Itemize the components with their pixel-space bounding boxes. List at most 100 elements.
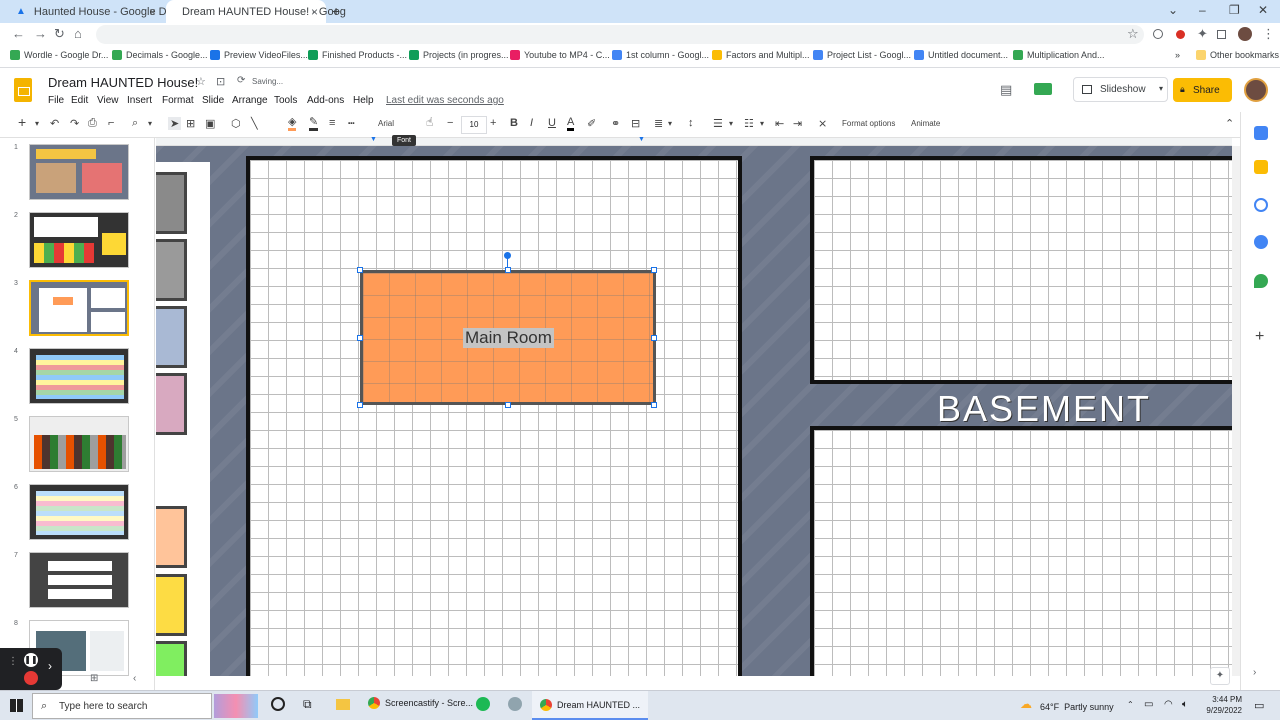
bookmark-item[interactable]: Decimals - Google... [112, 50, 208, 60]
color-swatch[interactable] [156, 306, 187, 368]
calendar-icon[interactable] [1254, 126, 1268, 140]
bookmark-item[interactable]: 1st column - Googl... [612, 50, 709, 60]
vertical-scrollbar[interactable] [1232, 146, 1240, 676]
menu-add-ons[interactable]: Add-ons [307, 95, 344, 106]
menu-edit[interactable]: Edit [71, 95, 88, 106]
sidebar-icon[interactable] [1217, 30, 1226, 39]
file-explorer-icon[interactable] [336, 699, 350, 710]
text-color-icon[interactable]: A [567, 117, 575, 131]
bold-icon[interactable]: B [510, 117, 518, 129]
document-title[interactable]: Dream HAUNTED House! [48, 75, 198, 90]
clear-formatting-icon[interactable]: ⨯ [818, 117, 827, 130]
menu-format[interactable]: Format [162, 95, 194, 106]
indent-marker-icon[interactable]: ▼ [638, 136, 645, 143]
chevron-down-icon[interactable]: ▾ [35, 119, 39, 128]
move-folder-icon[interactable]: ⊡ [216, 75, 225, 88]
color-swatch[interactable] [156, 239, 187, 301]
slideshow-button[interactable]: Slideshow ▾ [1073, 77, 1168, 102]
app-icon[interactable] [508, 697, 522, 711]
font-size-input[interactable]: 10 [461, 116, 487, 134]
color-swatch[interactable] [156, 506, 187, 568]
weather-text[interactable]: 64°F Partly sunny [1040, 702, 1114, 712]
reload-icon[interactable]: ↻ [54, 26, 65, 42]
new-tab-icon[interactable]: + [332, 3, 340, 19]
close-icon[interactable]: × [311, 5, 318, 19]
image-icon[interactable]: ▣ [205, 117, 215, 130]
explore-icon[interactable]: ✦ [1210, 667, 1230, 685]
back-icon[interactable]: ← [12, 26, 25, 41]
slide-canvas[interactable]: BASEMENT Main Room [156, 146, 1232, 676]
chevron-down-icon[interactable]: ▾ [729, 119, 733, 128]
numbered-list-icon[interactable]: ☷ [744, 117, 754, 130]
chrome-menu-icon[interactable]: ⋮ [1262, 26, 1275, 42]
user-avatar[interactable] [1244, 78, 1268, 102]
indent-marker-icon[interactable]: ▼ [370, 136, 377, 143]
add-addon-icon[interactable]: + [1255, 328, 1264, 346]
stop-icon[interactable] [24, 671, 38, 685]
border-dash-icon[interactable]: ┅ [348, 117, 355, 130]
chevron-down-icon[interactable]: ▾ [1159, 84, 1163, 93]
collapse-toolbar-icon[interactable]: ⌃ [1225, 117, 1234, 130]
line-spacing-icon[interactable]: ↕ [688, 117, 694, 129]
network-icon[interactable]: ▭ [1144, 699, 1153, 710]
increase-indent-icon[interactable]: ⇥ [793, 117, 802, 130]
rotate-handle[interactable] [504, 252, 511, 259]
italic-icon[interactable]: I [530, 117, 533, 129]
grid-view-icon[interactable]: ⊞ [90, 673, 98, 684]
slide-thumbnail-2[interactable] [29, 212, 129, 268]
bookmark-item[interactable]: Projects (in progres... [409, 50, 509, 60]
menu-help[interactable]: Help [353, 95, 374, 106]
decrease-font-size-icon[interactable]: − [447, 117, 453, 129]
resize-handle[interactable] [357, 402, 363, 408]
wifi-icon[interactable]: ◠ [1164, 699, 1173, 710]
bookmark-item[interactable]: Finished Products -... [308, 50, 407, 60]
slide-thumbnail-7[interactable] [29, 552, 129, 608]
slide-thumbnail-4[interactable] [29, 348, 129, 404]
extensions-puzzle-icon[interactable]: ✦ [1197, 26, 1208, 42]
slide-thumbnail-5[interactable] [29, 416, 129, 472]
tab-search-icon[interactable]: ⌄ [1168, 3, 1178, 17]
main-room-label[interactable]: Main Room [463, 328, 554, 348]
tasks-icon[interactable] [1254, 198, 1268, 212]
slides-logo-icon[interactable] [14, 78, 32, 102]
meet-icon[interactable] [1034, 83, 1052, 95]
star-icon[interactable]: ☆ [196, 75, 206, 88]
fill-color-icon[interactable]: ◈ [288, 117, 297, 131]
border-weight-icon[interactable]: ≡ [329, 117, 335, 129]
search-highlight-icon[interactable] [214, 694, 258, 718]
animate-button[interactable]: Animate [911, 119, 940, 128]
zoom-icon[interactable]: ⌕ [132, 117, 138, 130]
comment-add-icon[interactable]: ⊟ [631, 117, 640, 130]
taskbar-search-input[interactable]: ⌕ Type here to search [32, 693, 212, 719]
extension-record-icon[interactable] [1176, 30, 1185, 39]
share-button[interactable]: 🔒︎ Share [1173, 78, 1232, 102]
slide-thumbnail-1[interactable] [29, 144, 129, 200]
paint-format-icon[interactable]: ⌐ [108, 117, 114, 129]
link-icon[interactable]: ⚭ [611, 117, 620, 130]
taskbar-app-screencastify[interactable]: Screencastify - Scre... [368, 697, 473, 709]
slide-thumbnail-3[interactable] [29, 280, 129, 336]
chevron-down-icon[interactable]: ▾ [668, 119, 672, 128]
task-view-icon[interactable]: ⧉ [303, 697, 312, 712]
bookmark-star-icon[interactable]: ☆ [1127, 26, 1139, 42]
resize-handle[interactable] [357, 335, 363, 341]
resize-handle[interactable] [505, 267, 511, 273]
chevron-down-icon[interactable]: ▾ [148, 119, 152, 128]
resize-handle[interactable] [651, 335, 657, 341]
color-swatch[interactable] [156, 574, 187, 636]
close-icon[interactable]: × [149, 5, 156, 19]
maps-icon[interactable] [1254, 274, 1268, 288]
bulleted-list-icon[interactable]: ☰ [713, 117, 723, 130]
url-input[interactable] [96, 25, 1144, 44]
contacts-icon[interactable] [1254, 235, 1268, 249]
slide-thumbnail-6[interactable] [29, 484, 129, 540]
comments-icon[interactable]: ▤ [1000, 82, 1012, 98]
new-slide-icon[interactable]: + [18, 114, 26, 130]
redo-icon[interactable]: ↷ [70, 117, 79, 130]
cortana-icon[interactable] [271, 697, 285, 711]
resize-handle[interactable] [651, 402, 657, 408]
print-icon[interactable]: ⎙ [88, 117, 97, 130]
more-bookmarks-icon[interactable]: » [1175, 50, 1180, 60]
volume-icon[interactable]: 🔈︎ [1182, 699, 1188, 710]
minimize-icon[interactable]: – [1199, 3, 1206, 17]
